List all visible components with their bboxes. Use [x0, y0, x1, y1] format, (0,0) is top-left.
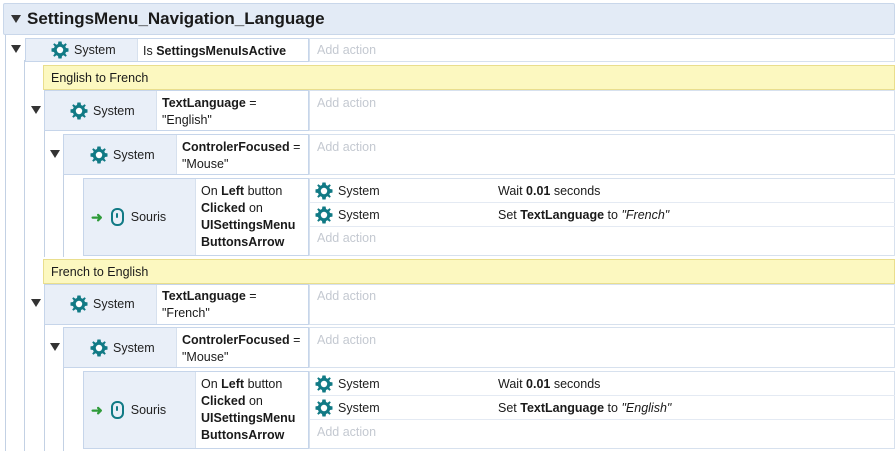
trigger-text: On Left button Clicked on UISettingsMenu… [201, 377, 296, 442]
add-action-link[interactable]: Add action [317, 43, 376, 57]
tree-line [63, 368, 64, 451]
comment[interactable] [43, 259, 895, 284]
add-action-link[interactable]: Add action [317, 140, 376, 154]
tree-line [44, 131, 45, 257]
comment-text: English to French [51, 71, 149, 85]
gear-icon [315, 206, 333, 224]
action-row[interactable] [310, 179, 895, 203]
trigger-object: ➜ Souris [91, 208, 167, 226]
gear-icon [90, 146, 108, 164]
focus-condition-value: "Mouse" [182, 157, 229, 171]
add-action-link[interactable]: Add action [317, 231, 376, 245]
actions-box[interactable] [309, 327, 895, 368]
gear-icon [51, 41, 69, 59]
collapse-triangle-icon[interactable] [11, 15, 21, 23]
condition-object: System [70, 102, 135, 120]
group-title: SettingsMenu_Navigation_Language [27, 9, 325, 28]
focus-condition-text: ControlerFocused = [182, 140, 301, 154]
root-condition-text: Is SettingsMenuIsActive [143, 44, 287, 58]
tree-line [44, 325, 45, 451]
focus-condition-value: "Mouse" [182, 350, 229, 364]
comment[interactable] [43, 65, 895, 90]
gear-icon [315, 375, 333, 393]
add-action-link[interactable]: Add action [317, 96, 376, 110]
lang-condition-text: TextLanguage = [162, 96, 257, 110]
lang-condition-text: TextLanguage = [162, 289, 257, 303]
trigger-object: ➜ Souris [91, 401, 167, 419]
action-object: System [315, 182, 380, 200]
condition-object: System [51, 41, 116, 59]
collapse-triangle-icon[interactable] [50, 150, 60, 158]
actions-box[interactable] [309, 284, 895, 325]
collapse-triangle-icon[interactable] [50, 343, 60, 351]
gear-icon [315, 399, 333, 417]
mouse-icon [110, 401, 124, 419]
gear-icon [70, 102, 88, 120]
action-text: Wait 0.01 seconds [498, 184, 601, 198]
action-text: Set TextLanguage to "French" [498, 208, 670, 222]
add-action-link[interactable]: Add action [317, 289, 376, 303]
focus-condition-text: ControlerFocused = [182, 333, 301, 347]
action-object: System [315, 375, 380, 393]
trigger-text: On Left button Clicked on UISettingsMenu… [201, 184, 296, 249]
lang-condition-value: "English" [162, 113, 212, 127]
condition-object: System [90, 339, 155, 357]
mouse-icon [110, 208, 124, 226]
add-action-link[interactable]: Add action [317, 425, 376, 439]
collapse-triangle-icon[interactable] [31, 299, 41, 307]
gear-icon [70, 295, 88, 313]
comment-text: French to English [51, 265, 149, 279]
condition-object: System [90, 146, 155, 164]
root-actions[interactable] [309, 38, 895, 62]
gear-icon [90, 339, 108, 357]
collapse-triangle-icon[interactable] [31, 106, 41, 114]
tree-line [5, 35, 6, 451]
action-object: System [315, 399, 380, 417]
condition-object: System [70, 295, 135, 313]
tree-line [24, 60, 25, 451]
actions-box[interactable] [309, 90, 895, 131]
gear-icon [315, 182, 333, 200]
actions-box[interactable] [309, 134, 895, 175]
action-object: System [315, 206, 380, 224]
action-text: Set TextLanguage to "English" [498, 401, 672, 415]
lang-condition-value: "French" [162, 306, 210, 320]
tree-line [63, 175, 64, 257]
action-row[interactable] [310, 372, 895, 396]
add-action-link[interactable]: Add action [317, 333, 376, 347]
green-arrow-icon: ➜ [91, 208, 103, 225]
collapse-triangle-icon[interactable] [11, 45, 21, 53]
action-text: Wait 0.01 seconds [498, 377, 601, 391]
green-arrow-icon: ➜ [91, 401, 103, 418]
